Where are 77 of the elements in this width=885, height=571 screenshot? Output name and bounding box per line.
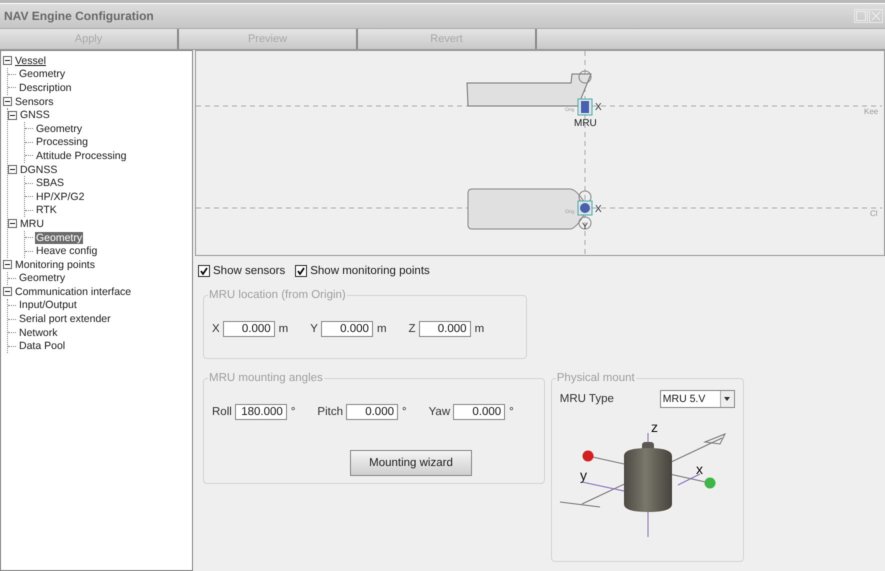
group-title: MRU location (from Origin) [208,289,347,301]
axis-label: x [696,461,703,477]
window-title: NAV Engine Configuration [3,9,154,23]
crosshair-icon [578,190,592,204]
checkbox[interactable] [295,265,308,277]
tree-item[interactable]: Sensors [14,96,55,108]
type-dropdown[interactable]: MRU 5.V [660,390,735,408]
number-field[interactable]: 180.000 [234,404,287,420]
axis-label: y [580,467,587,483]
field-label: MRU Type [560,393,614,405]
field-label: Yaw [428,406,450,418]
number-field[interactable]: 0.000 [222,321,275,337]
axis-label: z [650,419,658,435]
tree-item[interactable]: Attitude Processing [35,150,128,162]
caret-icon [724,397,730,401]
tree-item[interactable]: Geometry [35,122,84,135]
axis-label: Y [582,221,588,231]
collapse-icon[interactable] [3,260,12,270]
field-label: Roll [212,406,232,418]
tree-item[interactable]: Processing [35,136,89,148]
tree-item[interactable]: HP/XP/G2 [35,190,86,203]
number-field[interactable]: 0.000 [418,321,471,337]
unit-label: ° [290,406,296,418]
centerline-label: Cl [870,209,878,218]
mounting-wizard-button[interactable]: Mounting wizard [350,450,472,476]
tree-item[interactable]: Geometry [35,232,84,244]
unit-label: m [474,323,484,335]
crosshair-icon [578,216,592,230]
tree-item[interactable]: Serial port extender [18,313,112,326]
collapse-icon[interactable] [3,56,12,66]
tree-item[interactable]: GNSS [19,109,51,122]
sensor-icon [581,101,589,113]
sphere-icon [582,450,594,462]
tree-item[interactable]: DGNSS [19,164,58,176]
collapse-icon[interactable] [3,97,12,106]
tree-item[interactable]: Description [18,82,73,94]
crosshair-icon [578,70,592,84]
unit-label: ° [402,406,407,418]
keel-label: Kee [864,107,878,116]
field-label: X [212,323,220,335]
unit-label: ° [509,406,514,418]
number-field[interactable]: 0.000 [320,321,373,337]
sphere-icon [704,478,716,488]
tree-item[interactable]: RTK [35,204,58,216]
dropdown-value: MRU 5.V [662,393,706,405]
tree-item[interactable]: Network [18,326,59,339]
field-label: Y [310,323,318,335]
unit-label: m [376,323,387,335]
sensor-label: MRU [574,118,597,129]
tree-item[interactable]: SBAS [35,177,66,190]
group-title: Physical mount [556,372,636,384]
collapse-icon[interactable] [3,287,12,296]
axis-label: X [595,102,602,113]
tree-item[interactable]: Monitoring points [14,258,96,271]
field-label: Z [408,323,416,335]
tree-item[interactable]: Communication interface [14,286,132,298]
tree-item[interactable]: Geometry [18,68,66,80]
dropdown-button[interactable] [720,391,734,407]
checkbox-label: Show sensors [213,265,286,277]
tree-item[interactable]: Heave config [35,245,98,258]
checkbox-label: Show monitoring points [310,265,430,277]
tree-item[interactable]: MRU [19,218,45,230]
collapse-icon[interactable] [8,110,17,120]
tree-item[interactable]: Data Pool [18,340,66,352]
checkbox[interactable] [198,265,210,277]
group-title: MRU mounting angles [208,372,324,384]
tree-item[interactable]: Vessel [14,54,47,67]
number-field[interactable]: 0.000 [453,404,506,420]
collapse-icon[interactable] [8,165,17,174]
tree-item[interactable]: Geometry [18,272,66,284]
axis-label: X [595,204,602,215]
number-field[interactable]: 0.000 [346,404,398,420]
field-label: Pitch [317,406,343,418]
tree-item[interactable]: Input/Output [18,299,78,312]
unit-label: m [278,323,288,335]
sensor-cylinder-drawing [624,442,672,512]
collapse-icon[interactable] [8,219,17,228]
